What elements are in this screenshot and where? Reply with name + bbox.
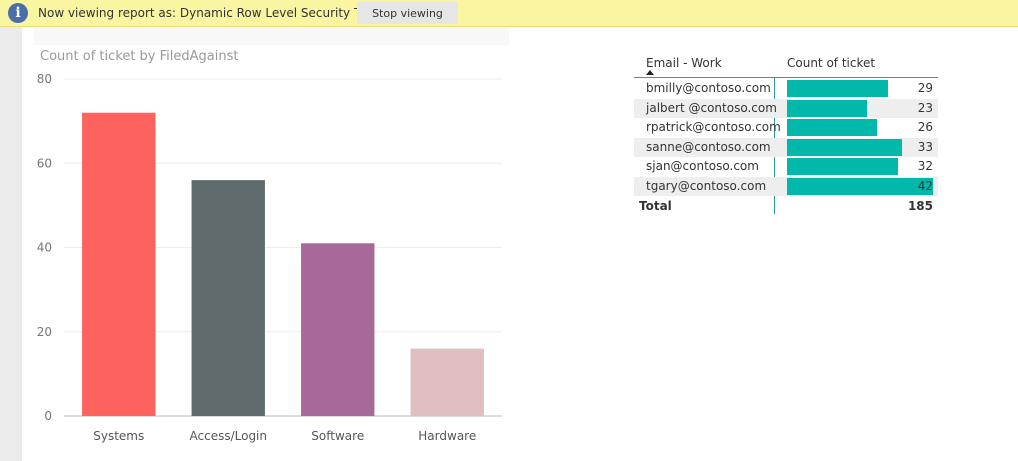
email-cell: jalbert @contoso.com bbox=[646, 100, 777, 115]
bar-software bbox=[301, 243, 375, 416]
count-cell: 42 bbox=[917, 178, 933, 193]
email-cell: tgary@contoso.com bbox=[646, 178, 767, 193]
y-tick-label: 80 bbox=[37, 72, 52, 86]
column-header-email[interactable]: Email - Work bbox=[646, 56, 722, 70]
y-tick-label: 60 bbox=[37, 156, 52, 170]
count-data-bar bbox=[787, 99, 867, 117]
count-cell: 23 bbox=[917, 100, 933, 115]
count-data-bar bbox=[787, 138, 902, 156]
table-row[interactable]: rpatrick@contoso.com 26 bbox=[634, 118, 938, 137]
count-cell: 26 bbox=[917, 120, 933, 134]
x-tick-label: Access/Login bbox=[190, 429, 268, 443]
total-value: 185 bbox=[907, 199, 933, 213]
count-data-bar bbox=[787, 177, 933, 195]
x-tick-label: Software bbox=[311, 429, 364, 443]
table-row[interactable]: sjan@contoso.com 32 bbox=[634, 157, 938, 176]
left-pane-strip bbox=[0, 27, 22, 461]
y-tick-label: 0 bbox=[44, 409, 52, 423]
sort-ascending-icon[interactable] bbox=[646, 70, 654, 75]
count-cell: 33 bbox=[917, 139, 933, 154]
table-row[interactable]: jalbert @contoso.com 23 bbox=[634, 98, 938, 118]
count-data-bar bbox=[787, 119, 878, 136]
y-tick-label: 20 bbox=[37, 325, 52, 339]
bar-hardware bbox=[410, 348, 484, 416]
email-cell: bmilly@contoso.com bbox=[646, 81, 771, 95]
table-row[interactable]: bmilly@contoso.com 29 bbox=[634, 79, 938, 98]
bar-systems bbox=[82, 112, 156, 416]
stop-viewing-button[interactable]: Stop viewing bbox=[357, 2, 458, 24]
x-tick-label: Systems bbox=[93, 429, 144, 443]
rls-banner: i Now viewing report as: Dynamic Row Lev… bbox=[0, 0, 1018, 27]
bar-access-login bbox=[191, 180, 265, 416]
email-cell: rpatrick@contoso.com bbox=[646, 120, 781, 134]
email-cell: sanne@contoso.com bbox=[646, 139, 771, 154]
visual-header-bar bbox=[34, 27, 509, 45]
info-icon: i bbox=[8, 3, 28, 23]
count-data-bar bbox=[787, 158, 899, 175]
y-tick-label: 40 bbox=[37, 241, 52, 255]
table-row[interactable]: sanne@contoso.com 33 bbox=[634, 137, 938, 157]
header-divider bbox=[634, 77, 938, 78]
email-cell: sjan@contoso.com bbox=[646, 159, 759, 173]
count-cell: 29 bbox=[917, 81, 933, 95]
count-cell: 32 bbox=[917, 159, 933, 173]
total-label: Total bbox=[639, 199, 672, 213]
table-row[interactable]: tgary@contoso.com 42 bbox=[634, 176, 938, 196]
banner-message: Now viewing report as: Dynamic Row Level… bbox=[38, 6, 378, 20]
x-tick-label: Hardware bbox=[418, 429, 476, 443]
count-data-bar bbox=[787, 80, 888, 97]
column-header-count[interactable]: Count of ticket bbox=[787, 56, 875, 70]
chart-title: Count of ticket by FiledAgainst bbox=[40, 49, 239, 64]
